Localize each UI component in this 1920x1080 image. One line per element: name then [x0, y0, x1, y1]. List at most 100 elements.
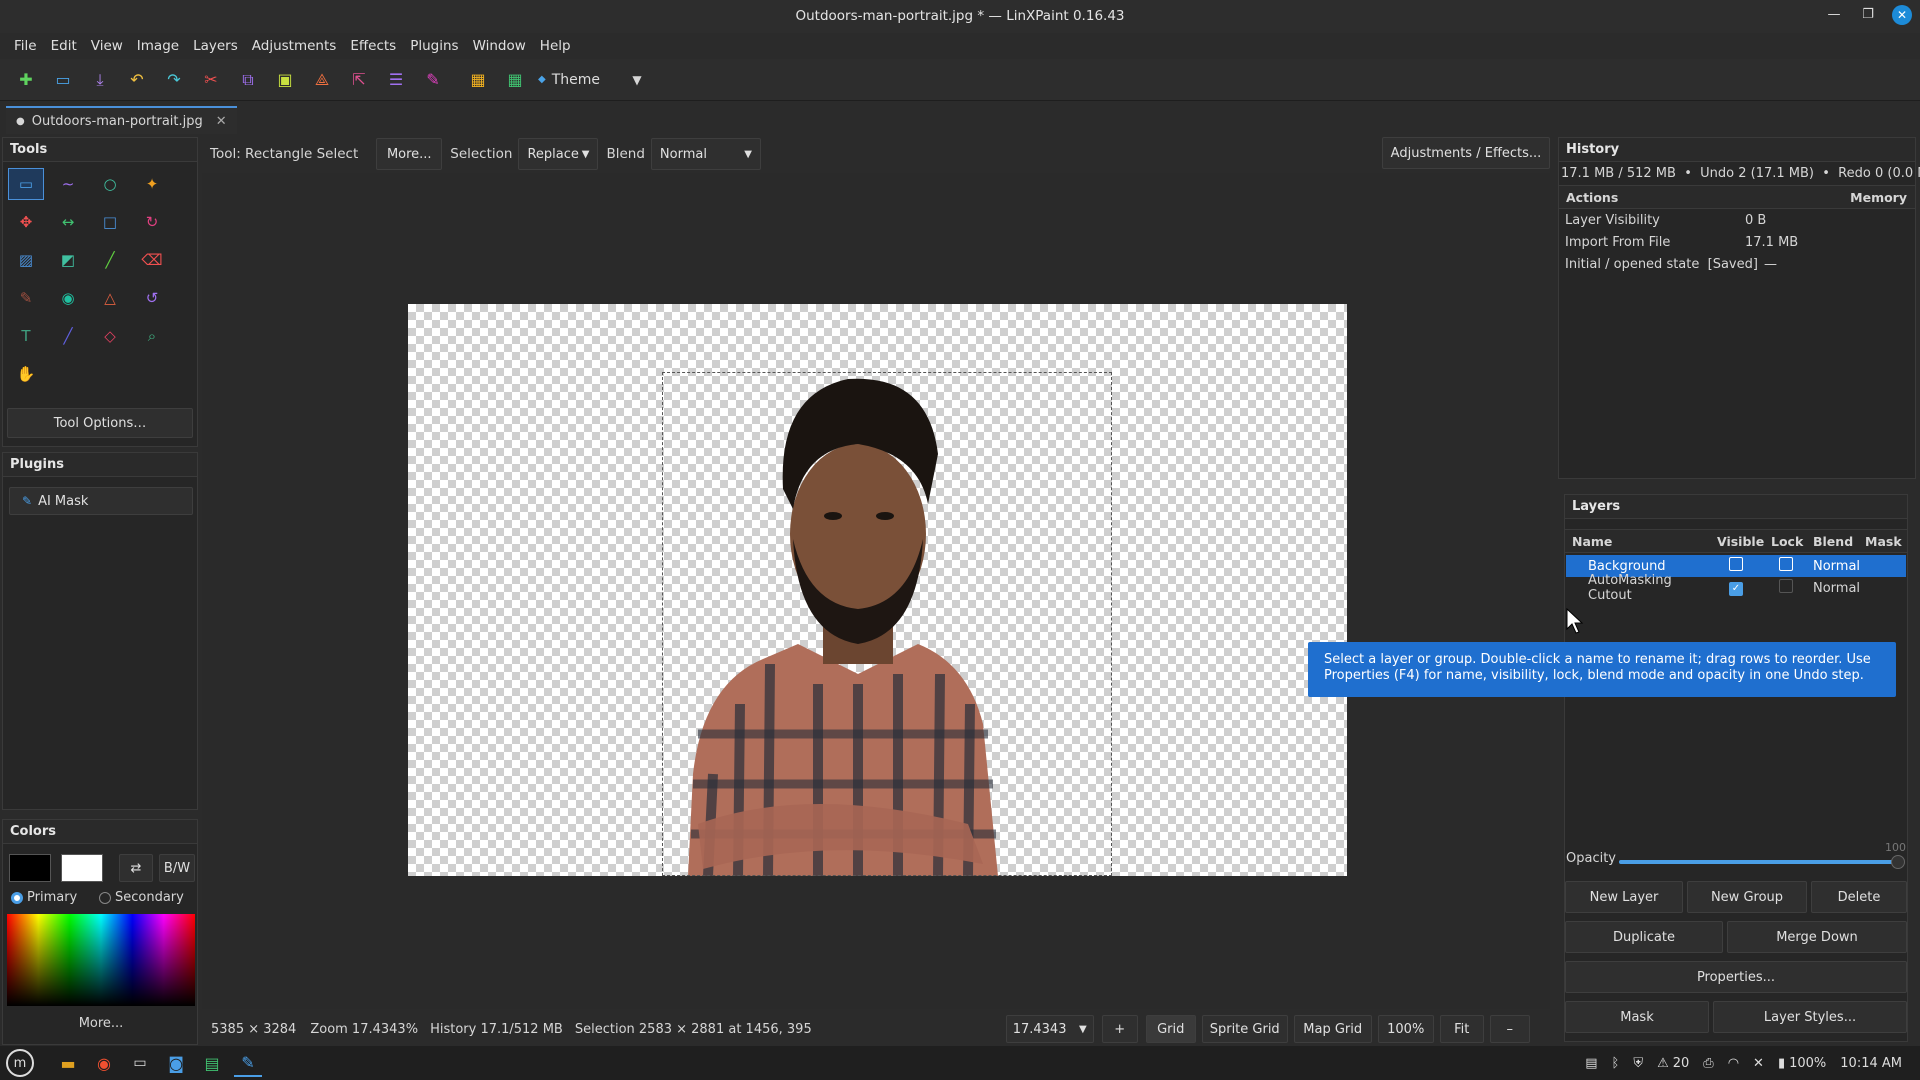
- printer-icon[interactable]: ⎙: [1703, 1056, 1713, 1071]
- map-grid-button[interactable]: Map Grid: [1293, 1015, 1372, 1043]
- adjustments-effects-button[interactable]: Adjustments / Effects...: [1382, 137, 1550, 169]
- bw-button[interactable]: B/W: [159, 854, 195, 882]
- redo-icon[interactable]: ↷: [160, 66, 188, 94]
- layer-styles-button[interactable]: Layer Styles...: [1713, 1001, 1907, 1033]
- duplicate-layer-button[interactable]: Duplicate: [1565, 921, 1723, 953]
- delete-layer-button[interactable]: Delete: [1811, 881, 1907, 913]
- zoom-in-button[interactable]: +: [1101, 1015, 1138, 1043]
- rectangle-select-icon[interactable]: ▭: [8, 168, 44, 200]
- merge-down-button[interactable]: Merge Down: [1727, 921, 1907, 953]
- copy-icon[interactable]: ⧉: [234, 66, 262, 94]
- volume-muted-icon[interactable]: ✕: [1753, 1056, 1764, 1071]
- files-app-icon[interactable]: ▬: [54, 1049, 82, 1077]
- lasso-icon[interactable]: ∼: [50, 168, 86, 200]
- camera-app-icon[interactable]: ◙: [162, 1049, 190, 1077]
- grid-layout-icon[interactable]: ▦: [464, 66, 492, 94]
- menu-edit[interactable]: Edit: [44, 38, 84, 54]
- tile-layout-icon[interactable]: ▦: [501, 66, 529, 94]
- battery-tray[interactable]: ▮ 100%: [1778, 1056, 1826, 1071]
- move-icon[interactable]: ✥: [8, 206, 44, 238]
- history-row[interactable]: Initial / opened state [Saved] —: [1559, 253, 1915, 275]
- pencil-icon[interactable]: ✎: [8, 282, 44, 314]
- eraser-icon[interactable]: ⌫: [134, 244, 170, 276]
- close-icon[interactable]: ✕: [1892, 5, 1912, 25]
- menu-image[interactable]: Image: [130, 38, 186, 54]
- minimize-icon[interactable]: —: [1824, 5, 1844, 25]
- gradient-icon[interactable]: ◩: [50, 244, 86, 276]
- bluetooth-icon[interactable]: ᛒ: [1612, 1056, 1620, 1071]
- color-picker-icon[interactable]: ⌕: [134, 320, 170, 352]
- document-tab[interactable]: ● Outdoors-man-portrait.jpg ✕: [6, 106, 237, 134]
- clone-stamp-icon[interactable]: △: [92, 282, 128, 314]
- sprite-grid-button[interactable]: Sprite Grid: [1201, 1015, 1288, 1043]
- history-row[interactable]: Layer Visibility 0 B: [1559, 209, 1915, 231]
- selection-mode-dropdown[interactable]: Replace ▼: [518, 138, 599, 170]
- theme-dropdown-icon[interactable]: ▼: [623, 66, 651, 94]
- zoom-out-button[interactable]: –: [1489, 1015, 1530, 1043]
- crop-tool-icon[interactable]: □: [92, 206, 128, 238]
- list-icon[interactable]: ☰: [382, 66, 410, 94]
- layer-lock-checkbox[interactable]: [1779, 579, 1793, 593]
- menu-file[interactable]: File: [7, 38, 44, 54]
- menu-adjustments[interactable]: Adjustments: [245, 38, 344, 54]
- brush-icon[interactable]: ╱: [92, 244, 128, 276]
- opacity-slider-handle[interactable]: [1891, 855, 1905, 869]
- monitor-app-icon[interactable]: ▤: [198, 1049, 226, 1077]
- terminal-app-icon[interactable]: ▭: [126, 1049, 154, 1077]
- save-icon[interactable]: ⤓: [86, 66, 114, 94]
- menu-layers[interactable]: Layers: [186, 38, 245, 54]
- image-canvas[interactable]: [408, 304, 1347, 876]
- more-options-button[interactable]: More...: [376, 138, 443, 170]
- menu-view[interactable]: View: [84, 38, 130, 54]
- shape-icon[interactable]: ◇: [92, 320, 128, 352]
- shield-icon[interactable]: ⛨: [1633, 1056, 1643, 1071]
- flip-icon[interactable]: ↔: [50, 206, 86, 238]
- fill-bucket-icon[interactable]: ◉: [50, 282, 86, 314]
- open-folder-icon[interactable]: ▭: [49, 66, 77, 94]
- tool-options-button[interactable]: Tool Options…: [7, 408, 193, 438]
- zoom-input[interactable]: 17.4343 ▼: [1005, 1015, 1094, 1043]
- paste-icon[interactable]: ▣: [271, 66, 299, 94]
- history-row[interactable]: Import From File 17.1 MB: [1559, 231, 1915, 253]
- text-icon[interactable]: T: [8, 320, 44, 352]
- start-menu-icon[interactable]: m: [6, 1049, 34, 1077]
- mask-button[interactable]: Mask: [1565, 1001, 1709, 1033]
- secondary-radio[interactable]: Secondary: [99, 890, 184, 905]
- rotate-icon[interactable]: ↻: [134, 206, 170, 238]
- layer-visible-checkbox[interactable]: [1729, 557, 1743, 571]
- ellipse-select-icon[interactable]: ○: [92, 168, 128, 200]
- fit-button[interactable]: Fit: [1439, 1015, 1484, 1043]
- menu-effects[interactable]: Effects: [343, 38, 403, 54]
- ai-mask-plugin[interactable]: ✎ AI Mask: [9, 487, 193, 515]
- swap-colors-button[interactable]: ⇄: [119, 854, 153, 882]
- fill-pattern-icon[interactable]: ▨: [8, 244, 44, 276]
- clock[interactable]: 10:14 AM: [1840, 1056, 1902, 1071]
- resize-icon[interactable]: ⇱: [345, 66, 373, 94]
- layer-row-automasking[interactable]: AutoMasking Cutout ✓ Normal: [1566, 573, 1906, 603]
- line-icon[interactable]: ╱: [50, 320, 86, 352]
- eyedropper-icon[interactable]: ✎: [419, 66, 447, 94]
- new-file-icon[interactable]: ✚: [12, 66, 40, 94]
- layer-lock-checkbox[interactable]: [1779, 557, 1793, 571]
- undo-icon[interactable]: ↶: [123, 66, 151, 94]
- menu-window[interactable]: Window: [466, 38, 533, 54]
- hand-icon[interactable]: ✋: [8, 358, 44, 390]
- opacity-slider[interactable]: [1619, 860, 1895, 864]
- cut-icon[interactable]: ✂: [197, 66, 225, 94]
- new-layer-button[interactable]: New Layer: [1565, 881, 1683, 913]
- new-group-button[interactable]: New Group: [1687, 881, 1807, 913]
- blend-mode-dropdown[interactable]: Normal ▼: [650, 138, 761, 170]
- colors-more-button[interactable]: More...: [7, 1008, 195, 1038]
- magic-wand-icon[interactable]: ✦: [134, 168, 170, 200]
- secondary-color-swatch[interactable]: [61, 854, 103, 882]
- grid-button[interactable]: Grid: [1145, 1015, 1196, 1043]
- menu-plugins[interactable]: Plugins: [403, 38, 465, 54]
- wifi-icon[interactable]: ◠: [1728, 1056, 1739, 1071]
- heal-icon[interactable]: ↺: [134, 282, 170, 314]
- color-spectrum[interactable]: [7, 914, 195, 1006]
- menu-help[interactable]: Help: [533, 38, 578, 54]
- checkmark-icon[interactable]: ✓: [1729, 582, 1743, 596]
- primary-color-swatch[interactable]: [9, 854, 51, 882]
- primary-radio[interactable]: Primary: [11, 890, 77, 905]
- theme-button[interactable]: ◆ Theme: [538, 66, 600, 94]
